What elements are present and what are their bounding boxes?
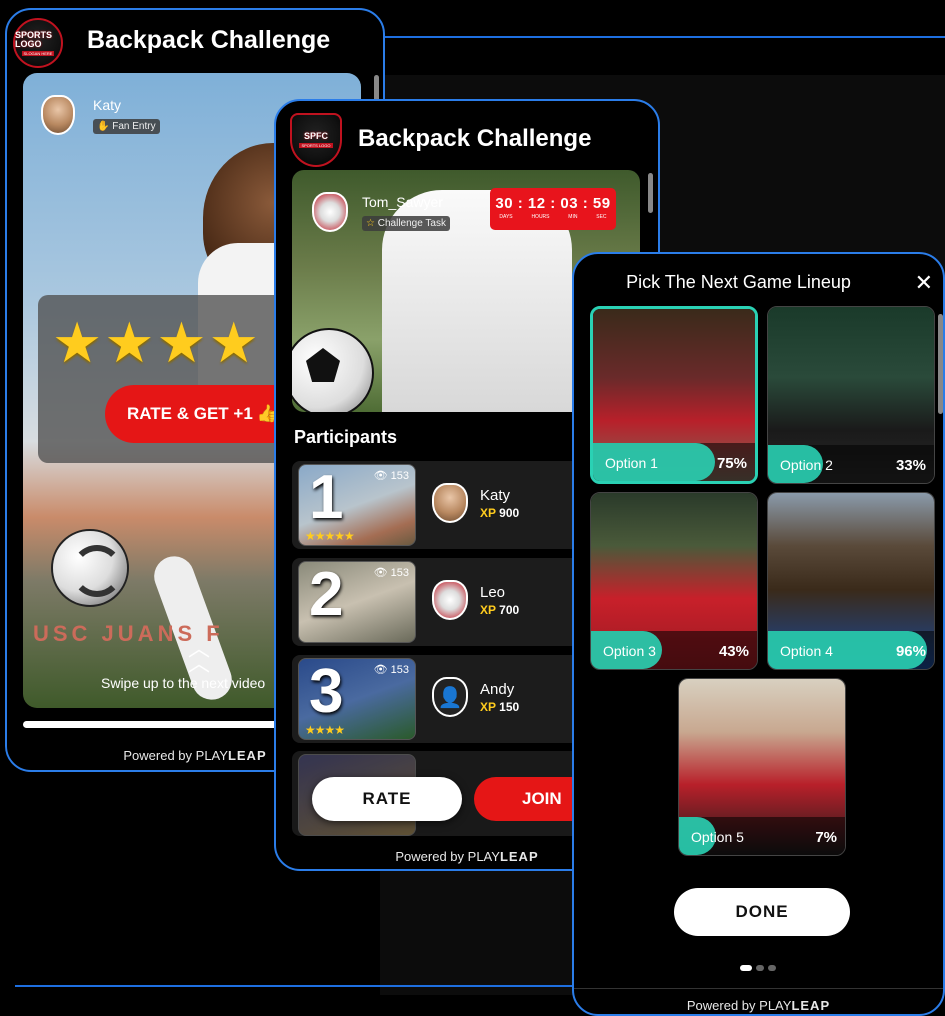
fan-entry-tag: ✋ Fan Entry (93, 119, 160, 134)
rate-button[interactable]: RATE (312, 777, 462, 821)
challenge-task-tag: ☆ Challenge Task (362, 216, 450, 231)
view-count-value: 153 (390, 567, 409, 579)
option-percent: 43% (718, 643, 749, 660)
hand-icon: ✋ (97, 121, 110, 132)
view-count: 👁 153 (374, 566, 409, 579)
option-label: Option 1 (605, 455, 658, 471)
participant-stars: ★★★★★ (305, 529, 355, 543)
option-percent: 75% (716, 455, 747, 472)
rate-button-label: RATE & GET +1 (127, 404, 253, 423)
sports-logo: SPFC SPORTS LOGO (290, 113, 342, 167)
participant-thumbnail[interactable]: 3 👁 153 ★★★★ (298, 658, 416, 740)
poll-option-5[interactable]: Option 5 7% (678, 678, 846, 856)
countdown-timer: 30 : 12 : 03 : 59 DAYS HOURS MIN SEC (490, 188, 616, 230)
view-count: 👁 153 (374, 469, 409, 482)
participant-thumbnail[interactable]: 1 👁 153 ★★★★★ (298, 464, 416, 546)
option-percent: 96% (895, 643, 926, 660)
timer-label-sec: SEC (596, 214, 607, 220)
option-label: Option 4 (780, 643, 833, 659)
done-button[interactable]: DONE (674, 888, 850, 936)
page-title: Backpack Challenge (87, 26, 331, 54)
logo-text: SPORTS LOGO (15, 29, 53, 49)
participant-xp: XP 150 (480, 700, 519, 714)
view-count-value: 153 (390, 664, 409, 676)
poll-option-4[interactable]: Option 4 96% (767, 492, 935, 670)
participant-stars: ★★★★ (305, 723, 345, 737)
powered-prefix: Powered by PLAY (686, 998, 792, 1013)
swipe-hint: Swipe up to the next video (101, 675, 266, 691)
powered-by: Powered by PLAYLEAP (574, 998, 943, 1013)
powered-brand: LEAP (791, 998, 831, 1013)
scrollbar[interactable] (938, 314, 943, 414)
logo-text: SPFC (303, 131, 328, 141)
option-label: Option 5 (691, 829, 744, 845)
rank-number: 1 (309, 464, 344, 532)
participant-xp: XP 900 (480, 506, 519, 520)
rank-number: 3 (309, 658, 344, 726)
rank-number: 2 (309, 561, 344, 629)
powered-brand: LEAP (227, 748, 267, 763)
participant-name: Katy (480, 487, 511, 504)
page-dot[interactable] (756, 965, 764, 971)
club-badge-avatar[interactable] (312, 192, 348, 232)
page-dot[interactable] (768, 965, 776, 971)
eye-icon: 👁 (373, 470, 388, 482)
star-rating[interactable]: ★★★★ (52, 315, 261, 371)
eye-icon: 👁 (373, 664, 388, 676)
timer-label-hours: HOURS (531, 214, 550, 220)
powered-prefix: Powered by PLAY (395, 849, 500, 864)
timer-label-min: MIN (568, 214, 578, 220)
powered-brand: LEAP (499, 849, 539, 864)
participant-name: Leo (480, 584, 506, 601)
avatar[interactable] (432, 483, 468, 523)
option-label: Option 3 (603, 643, 656, 659)
option-percent: 7% (815, 829, 837, 846)
poll-option-2[interactable]: Option 2 33% (767, 306, 935, 484)
pagination-dots (740, 965, 776, 971)
view-count-value: 153 (390, 470, 409, 482)
divider (574, 988, 943, 989)
view-count: 👁 153 (374, 663, 409, 676)
swipe-up-chevron-icon: ︿ ︿ (188, 636, 211, 677)
background-line-bottom (15, 985, 575, 987)
xp-label: XP (480, 700, 496, 714)
fan-entry-label: Fan Entry (112, 121, 156, 132)
xp-value: 700 (499, 603, 520, 617)
challenge-task-label: Challenge Task (377, 218, 446, 229)
participants-heading: Participants (294, 427, 398, 447)
poll-option-3[interactable]: Option 3 43% (590, 492, 758, 670)
timer-value: 30 : 12 : 03 : 59 (495, 195, 611, 212)
xp-label: XP (480, 603, 496, 617)
xp-value: 150 (499, 700, 520, 714)
avatar[interactable] (41, 95, 75, 135)
page-dot-active[interactable] (740, 965, 752, 971)
option-label: Option 2 (780, 457, 833, 473)
logo-slogan: SLOGAN HERE (21, 50, 55, 56)
user-name: Katy (93, 97, 122, 113)
option-percent: 33% (895, 457, 926, 474)
xp-label: XP (480, 506, 496, 520)
close-icon[interactable]: ✕ (915, 270, 933, 296)
sports-logo: SPORTS LOGO SLOGAN HERE (13, 18, 63, 68)
participant-xp: XP 700 (480, 603, 519, 617)
powered-prefix: Powered by PLAY (123, 748, 228, 763)
participant-thumbnail[interactable]: 2 👁 153 (298, 561, 416, 643)
soccer-ball-image (292, 328, 374, 412)
participant-name: Andy (480, 681, 515, 698)
default-user-icon[interactable]: 👤 (432, 677, 468, 717)
soccer-ball-image (51, 529, 129, 607)
user-name: Tom_Sawyer (362, 194, 443, 210)
star-outline-icon: ☆ (366, 218, 375, 229)
scrollbar[interactable] (648, 173, 653, 213)
timer-label-days: DAYS (499, 214, 513, 220)
xp-value: 900 (499, 506, 520, 520)
poll-option-1[interactable]: Option 1 75% (590, 306, 758, 484)
logo-slogan: SPORTS LOGO (299, 143, 333, 148)
club-badge-avatar[interactable] (432, 580, 468, 620)
poll-title: Pick The Next Game Lineup (626, 272, 851, 292)
phone-poll-screen: Pick The Next Game Lineup ✕ Option 1 75%… (572, 252, 945, 1016)
background-line-top (380, 36, 945, 38)
eye-icon: 👁 (373, 567, 388, 579)
page-title: Backpack Challenge (358, 125, 592, 152)
